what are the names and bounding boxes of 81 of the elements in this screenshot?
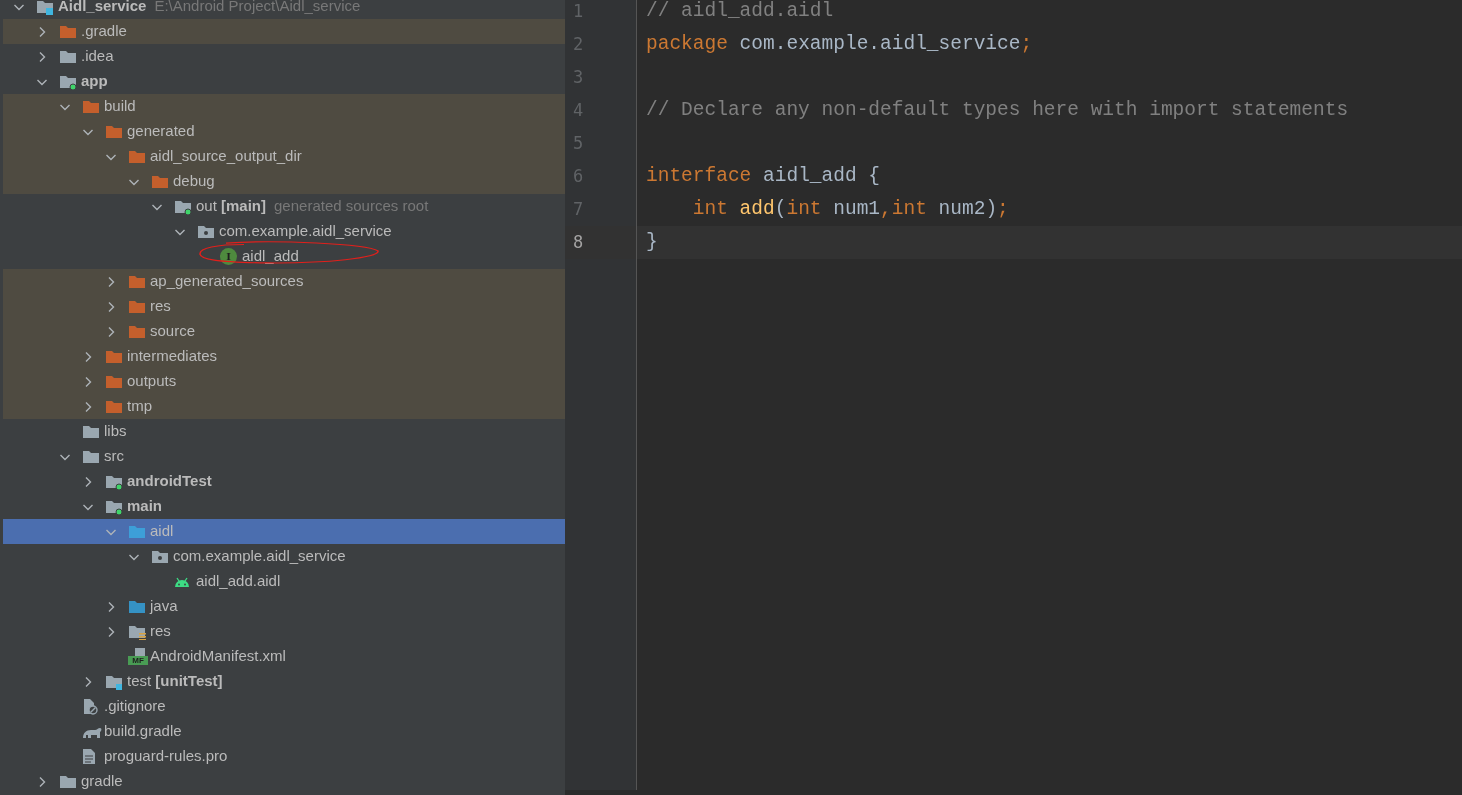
folder-icon — [82, 423, 100, 440]
tree-label: tmp — [127, 396, 152, 417]
line-number: 8 — [573, 230, 584, 254]
tree-label: app — [81, 71, 108, 92]
folder-icon — [59, 23, 77, 40]
tree-label: res — [150, 296, 171, 317]
tree-row[interactable]: tmp — [3, 394, 565, 419]
tree-row[interactable]: source — [3, 319, 565, 344]
code-line: // aidl_add.aidl — [645, 0, 835, 24]
tree-label: .gradle — [81, 21, 127, 42]
folder-icon — [105, 123, 123, 140]
tree-label: com.example.aidl_service — [173, 546, 346, 567]
tree-label: main — [127, 496, 162, 517]
ignored-file-icon — [82, 698, 98, 715]
text-file-icon — [82, 748, 96, 765]
folder-icon — [128, 273, 146, 290]
tree-detail: E:\Android Project\Aidl_service — [154, 0, 361, 17]
tree-label: androidTest — [127, 471, 212, 492]
tree-label: res — [150, 621, 171, 642]
code-line: int add(int num1,int num2); — [691, 196, 1010, 222]
tree-label: aidl — [150, 521, 174, 542]
tree-label: src — [104, 446, 124, 467]
tree-label: aidl_source_output_dir — [150, 146, 302, 167]
folder-icon — [82, 98, 100, 115]
tree-label: gradle — [81, 771, 123, 792]
tree-label: build.gradle — [104, 721, 182, 742]
package-icon — [197, 223, 215, 240]
tree-label: AndroidManifest.xml — [150, 646, 286, 667]
tree-label: outputs — [127, 371, 177, 392]
tree-row[interactable]: outputs — [3, 369, 565, 394]
folder-icon — [151, 173, 169, 190]
interface-icon: I — [220, 248, 237, 265]
tree-row[interactable]: debug — [3, 169, 565, 194]
module-folder-icon — [105, 498, 123, 515]
folder-icon — [105, 398, 123, 415]
folder-icon — [82, 448, 100, 465]
folder-icon — [105, 373, 123, 390]
tree-row[interactable]: .gradle — [3, 19, 565, 44]
tree-label: ap_generated_sources — [150, 271, 304, 292]
folder-icon — [59, 48, 77, 65]
tree-label: debug — [173, 171, 215, 192]
tree-label: libs — [104, 421, 127, 442]
tree-label: java — [150, 596, 178, 617]
folder-icon — [128, 598, 146, 615]
tree-label: proguard-rules.pro — [104, 746, 228, 767]
folder-icon — [59, 773, 77, 790]
tree-label: generated — [127, 121, 195, 142]
tree-label: build — [104, 96, 136, 117]
folder-icon — [105, 348, 123, 365]
module-folder-icon — [174, 198, 192, 215]
tree-label: .idea — [81, 46, 114, 67]
tree-row[interactable]: build — [3, 94, 565, 119]
tree-row[interactable]: res — [3, 294, 565, 319]
tree-label: Aidl_service — [58, 0, 147, 17]
tree-label: aidl_add — [242, 246, 299, 267]
tree-label: .gitignore — [104, 696, 166, 717]
tree-row[interactable]: ap_generated_sources — [3, 269, 565, 294]
tree-label: source — [150, 321, 196, 342]
tree-row[interactable]: intermediates — [3, 344, 565, 369]
code-line: interface aidl_add { — [645, 163, 882, 189]
tree-label: out [main] — [196, 196, 267, 217]
tree-row[interactable]: aidl_source_output_dir — [3, 144, 565, 169]
folder-icon — [128, 523, 146, 540]
folder-icon — [128, 298, 146, 315]
tree-label: test [unitTest] — [127, 671, 223, 692]
tree-label: aidl_add.aidl — [196, 571, 281, 592]
resource-folder-icon — [128, 623, 146, 640]
module-folder-icon — [105, 473, 123, 490]
tree-label: intermediates — [127, 346, 218, 367]
package-icon — [151, 548, 169, 565]
test-folder-icon — [105, 673, 123, 690]
tree-row[interactable]: generated — [3, 119, 565, 144]
module-folder-icon — [59, 73, 77, 90]
folder-icon — [128, 323, 146, 340]
module-folder-icon — [36, 0, 54, 15]
tree-detail: generated sources root — [274, 196, 429, 217]
android-icon — [174, 575, 190, 588]
code-line: package com.example.aidl_service; — [645, 31, 1034, 57]
tree-label: com.example.aidl_service — [219, 221, 392, 242]
code-line: // Declare any non-default types here with import statements — [645, 97, 1350, 123]
folder-icon — [128, 148, 146, 165]
